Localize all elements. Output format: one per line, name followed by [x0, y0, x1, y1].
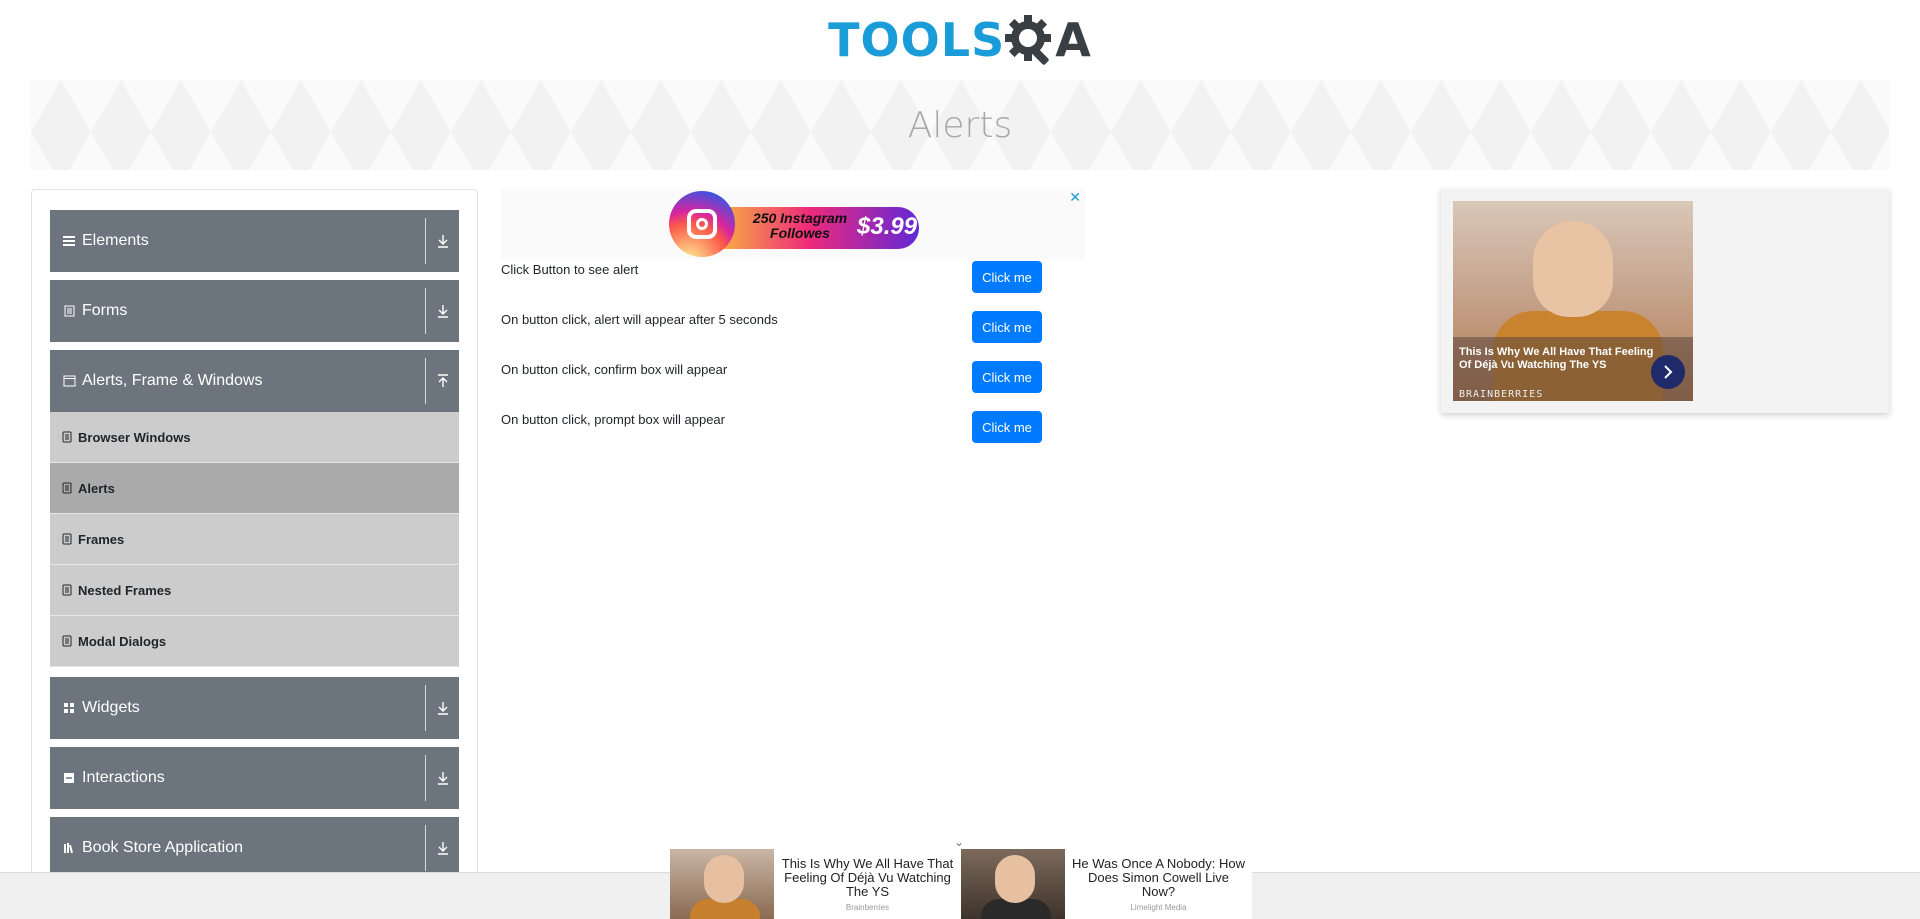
sidebar-group-forms[interactable]: Forms	[50, 280, 459, 342]
confirm-row: On button click, confirm box will appear…	[501, 359, 1081, 409]
list-bullet-icon	[62, 635, 72, 647]
interaction-icon	[62, 771, 76, 785]
list-bullet-icon	[62, 482, 72, 494]
sidebar-group-interactions[interactable]: Interactions	[50, 747, 459, 809]
alert-row-label: Click Button to see alert	[501, 262, 639, 277]
sidebar-group-label: Elements	[82, 232, 149, 249]
download-arrow-icon	[425, 825, 459, 871]
sidebar-item-label: Browser Windows	[78, 429, 191, 445]
sidebar-item-frames[interactable]: Frames	[50, 514, 459, 565]
prompt-button[interactable]: Click me	[972, 411, 1042, 443]
logo-text-tools: TOOLS	[828, 13, 1006, 67]
logo-text-a: A	[1055, 13, 1092, 67]
instagram-icon	[669, 191, 735, 257]
sidebar-group-label: Interactions	[82, 769, 165, 786]
sidebar-group-elements[interactable]: Elements	[50, 210, 459, 272]
alert-row: Click Button to see alert Click me	[501, 259, 1081, 309]
confirm-button[interactable]: Click me	[972, 361, 1042, 393]
ad-source: Limelight Media	[1130, 902, 1187, 912]
instagram-ad-banner[interactable]: ✕ 250 Instagram Followes $3.99	[501, 189, 1085, 259]
page: TOOLS A Alerts Elements Forms Alerts, Fr…	[0, 0, 1920, 919]
sidebar-submenu: Browser Windows Alerts Frames Nested Fra…	[50, 412, 459, 667]
sidebar-group-label: Widgets	[82, 699, 140, 716]
alert-button[interactable]: Click me	[972, 261, 1042, 293]
hamburger-icon	[62, 234, 76, 248]
timer-alert-row: On button click, alert will appear after…	[501, 309, 1081, 359]
ad-headline: This Is Why We All Have That Feeling Of …	[781, 855, 954, 899]
sidebar-group-label: Alerts, Frame & Windows	[82, 372, 263, 389]
books-icon	[62, 841, 76, 855]
sidebar-group-widgets[interactable]: Widgets	[50, 677, 459, 739]
sidebar-item-browser-windows[interactable]: Browser Windows	[50, 412, 459, 463]
prompt-row-label: On button click, prompt box will appear	[501, 412, 725, 427]
close-icon[interactable]: ✕	[1069, 189, 1081, 206]
prompt-row: On button click, prompt box will appear …	[501, 409, 1081, 459]
chevron-right-icon[interactable]	[1651, 355, 1685, 389]
download-arrow-icon	[425, 288, 459, 334]
form-icon	[62, 304, 76, 318]
ad-source: Brainberries	[845, 902, 890, 912]
bottom-ad-strip: ⌄ This Is Why We All Have That Feeling O…	[670, 835, 1252, 919]
ad-price: $3.99	[857, 213, 918, 240]
sidebar-item-label: Alerts	[78, 480, 115, 496]
sidebar-group-label: Book Store Application	[82, 839, 243, 856]
download-arrow-icon	[425, 685, 459, 731]
ad-text: 250 Instagram Followes	[752, 210, 848, 241]
toolsqa-logo[interactable]: TOOLS A	[828, 13, 1092, 67]
ad-thumbnail	[961, 849, 1065, 919]
timer-alert-row-label: On button click, alert will appear after…	[501, 312, 778, 327]
upload-arrow-icon	[425, 358, 459, 404]
sidebar-group-alerts-frame-windows[interactable]: Alerts, Frame & Windows	[50, 350, 459, 412]
list-bullet-icon	[62, 533, 72, 545]
list-bullet-icon	[62, 584, 72, 596]
list-bullet-icon	[62, 431, 72, 443]
bottom-ad-item[interactable]: He Was Once A Nobody: How Does Simon Cow…	[961, 849, 1252, 919]
sidebar-group-book-store[interactable]: Book Store Application	[50, 817, 459, 879]
page-banner: Alerts	[31, 80, 1889, 170]
sidebar-item-label: Modal Dialogs	[78, 633, 167, 649]
download-arrow-icon	[425, 755, 459, 801]
instagram-ad[interactable]: 250 Instagram Followes $3.99	[669, 191, 919, 257]
ad-thumbnail	[670, 849, 774, 919]
ad-headline: He Was Once A Nobody: How Does Simon Cow…	[1072, 855, 1245, 899]
sidebar-group-label: Forms	[82, 302, 128, 319]
main-content: ✕ 250 Instagram Followes $3.99 Click But…	[501, 189, 1085, 459]
ad-brand: BRAINBERRIES	[1459, 389, 1544, 400]
chevron-down-icon[interactable]: ⌄	[954, 835, 964, 849]
gear-icon	[1005, 15, 1052, 65]
sidebar-item-alerts[interactable]: Alerts	[50, 463, 459, 514]
ad-headline: This Is Why We All Have That Feeling Of …	[1459, 346, 1654, 371]
timer-alert-button[interactable]: Click me	[972, 311, 1042, 343]
sidebar: Elements Forms Alerts, Frame & Windows B…	[31, 189, 478, 919]
sidebar-item-nested-frames[interactable]: Nested Frames	[50, 565, 459, 616]
bottom-ad-item[interactable]: This Is Why We All Have That Feeling Of …	[670, 849, 961, 919]
sidebar-item-label: Frames	[78, 531, 125, 547]
side-ad[interactable]: This Is Why We All Have That Feeling Of …	[1441, 189, 1889, 413]
window-icon	[62, 374, 76, 388]
header: TOOLS A	[0, 0, 1920, 80]
confirm-row-label: On button click, confirm box will appear	[501, 362, 728, 377]
page-title: Alerts	[907, 104, 1013, 146]
sidebar-item-label: Nested Frames	[78, 582, 172, 598]
download-arrow-icon	[425, 218, 459, 264]
grid-icon	[62, 701, 76, 715]
sidebar-item-modal-dialogs[interactable]: Modal Dialogs	[50, 616, 459, 667]
